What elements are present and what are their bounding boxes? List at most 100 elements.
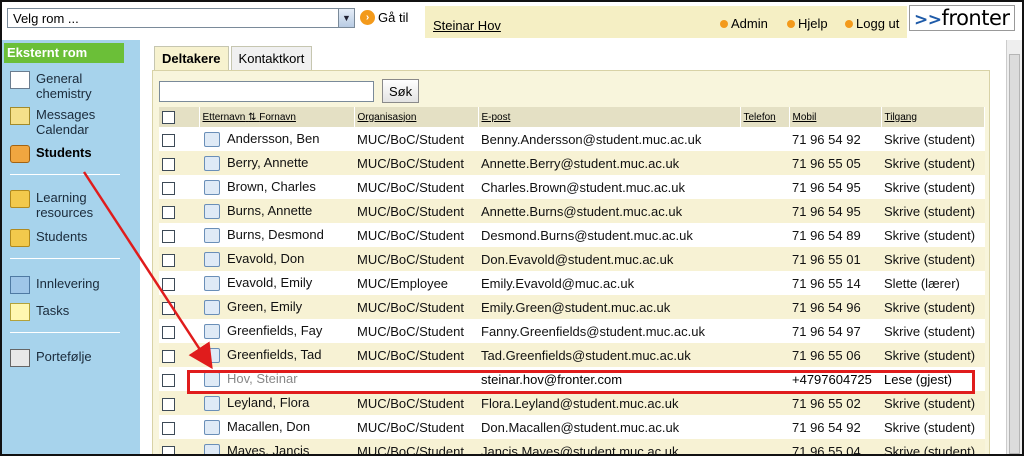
mob-cell: 71 96 54 95 [789, 199, 881, 223]
participant-name[interactable]: Hov, Steinar [227, 371, 298, 386]
table-row[interactable]: Greenfields, Fay MUC/BoC/Student Fanny.Gre… [159, 319, 985, 343]
table-row[interactable]: Greenfields, Tad MUC/BoC/Student Tad.Green… [159, 343, 985, 367]
contact-card-icon[interactable] [204, 276, 220, 292]
sidebar-item-portefolje[interactable]: Portefølje [10, 349, 92, 367]
sidebar-item-students-active[interactable]: Students [10, 145, 92, 163]
tab-bar: Deltakere Kontaktkort [154, 46, 313, 70]
search-button[interactable]: Søk [382, 79, 420, 103]
participant-name[interactable]: Andersson, Ben [227, 131, 320, 146]
org-header[interactable]: Organisasjon [354, 107, 479, 127]
participant-name[interactable]: Green, Emily [227, 299, 302, 314]
participant-name[interactable]: Leyland, Flora [227, 395, 309, 410]
participant-name[interactable]: Evavold, Emily [227, 275, 312, 290]
table-row[interactable]: Green, Emily MUC/BoC/Student Emily.Green@s… [159, 295, 985, 319]
contact-card-icon[interactable] [204, 132, 220, 148]
sidebar-item-general-chemistry[interactable]: General chemistry [10, 71, 116, 101]
phone-cell [740, 271, 789, 295]
row-checkbox[interactable] [162, 349, 175, 363]
participant-name[interactable]: Brown, Charles [227, 179, 316, 194]
select-all-checkbox[interactable] [162, 110, 175, 124]
org-cell: MUC/BoC/Student [354, 439, 478, 454]
name-cell: Greenfields, Fay [199, 319, 354, 343]
participant-name[interactable]: Macallen, Don [227, 419, 310, 434]
participant-name[interactable]: Burns, Desmond [227, 227, 324, 242]
menu-help[interactable]: Hjelp [787, 16, 828, 31]
table-row[interactable]: Burns, Desmond MUC/BoC/Student Desmond.Bur… [159, 223, 985, 247]
contact-card-icon[interactable] [204, 300, 220, 316]
row-checkbox[interactable] [162, 133, 175, 147]
row-checkbox[interactable] [162, 205, 175, 219]
contact-card-icon[interactable] [204, 228, 220, 244]
sidebar-item-learning-resources[interactable]: Learning resources [10, 190, 116, 220]
vertical-scrollbar[interactable] [1006, 40, 1022, 454]
row-checkbox-cell [159, 415, 199, 439]
participant-name[interactable]: Greenfields, Tad [227, 347, 321, 362]
table-row[interactable]: Evavold, Emily MUC/Employee Emily.Evavold@… [159, 271, 985, 295]
org-cell: MUC/BoC/Student [354, 199, 478, 223]
access-header[interactable]: Tilgang [881, 107, 985, 127]
contact-card-icon[interactable] [204, 396, 220, 412]
goto-button[interactable]: › Gå til [360, 10, 408, 25]
contact-card-icon[interactable] [204, 180, 220, 196]
row-checkbox[interactable] [162, 157, 175, 171]
contact-card-icon[interactable] [204, 204, 220, 220]
contact-card-icon[interactable] [204, 420, 220, 436]
scrollbar-thumb[interactable] [1009, 54, 1020, 454]
mob-cell: 71 96 54 97 [789, 319, 881, 343]
name-header[interactable]: Etternavn ⇅ Fornavn [199, 107, 355, 127]
menu-logout[interactable]: Logg ut [845, 16, 899, 31]
tab-deltakere[interactable]: Deltakere [154, 46, 229, 70]
contact-card-icon[interactable] [204, 348, 220, 364]
row-checkbox[interactable] [162, 229, 175, 243]
sidebar-item-students-folder[interactable]: Students [10, 229, 87, 247]
contact-card-icon[interactable] [204, 252, 220, 268]
room-select[interactable]: Velg rom ... ▼ [7, 8, 355, 28]
row-checkbox[interactable] [162, 325, 175, 339]
mobile-header[interactable]: Mobil [789, 107, 882, 127]
tab-kontaktkort[interactable]: Kontaktkort [230, 46, 313, 70]
participant-name[interactable]: Berry, Annette [227, 155, 308, 170]
table-row[interactable]: Macallen, Don MUC/BoC/Student Don.Macallen… [159, 415, 985, 439]
table-row[interactable]: Evavold, Don MUC/BoC/Student Don.Evavold@s… [159, 247, 985, 271]
row-checkbox[interactable] [162, 445, 175, 454]
row-checkbox[interactable] [162, 181, 175, 195]
org-cell [354, 367, 478, 391]
row-checkbox[interactable] [162, 301, 175, 315]
row-checkbox[interactable] [162, 253, 175, 267]
email-header[interactable]: E-post [478, 107, 741, 127]
sidebar-item-messages-calendar[interactable]: Messages Calendar [10, 107, 116, 137]
contact-card-icon[interactable] [204, 156, 220, 172]
sidebar-item-innlevering[interactable]: Innlevering [10, 276, 100, 294]
phone-cell [740, 439, 789, 454]
table-row[interactable]: Burns, Annette MUC/BoC/Student Annette.Bur… [159, 199, 985, 223]
contact-card-icon[interactable] [204, 444, 220, 454]
table-row[interactable]: Brown, Charles MUC/BoC/Student Charles.Bro… [159, 175, 985, 199]
sidebar-item-tasks[interactable]: Tasks [10, 303, 69, 321]
lastname-sort-link[interactable]: Etternavn [203, 112, 246, 123]
participant-name[interactable]: Burns, Annette [227, 203, 312, 218]
row-checkbox[interactable] [162, 277, 175, 291]
firstname-sort-link[interactable]: Fornavn [259, 112, 296, 123]
user-name-link[interactable]: Steinar Hov [433, 18, 501, 33]
phone-cell [740, 247, 789, 271]
chevron-down-icon[interactable]: ▼ [338, 9, 354, 27]
phone-header[interactable]: Telefon [740, 107, 790, 127]
row-checkbox[interactable] [162, 421, 175, 435]
row-checkbox[interactable] [162, 397, 175, 411]
acc-cell: Skrive (student) [881, 391, 985, 415]
search-input[interactable] [159, 81, 374, 102]
row-checkbox[interactable] [162, 373, 175, 387]
org-cell: MUC/BoC/Student [354, 223, 478, 247]
sort-icon[interactable]: ⇅ [248, 112, 256, 123]
participant-name[interactable]: Greenfields, Fay [227, 323, 322, 338]
contact-card-icon[interactable] [204, 324, 220, 340]
participant-name[interactable]: Evavold, Don [227, 251, 304, 266]
table-row[interactable]: Berry, Annette MUC/BoC/Student Annette.Ber… [159, 151, 985, 175]
table-row[interactable]: Andersson, Ben MUC/BoC/Student Benny.Ander… [159, 127, 985, 151]
table-row[interactable]: Mayes, Jancis MUC/BoC/Student Jancis.Mayes… [159, 439, 985, 454]
table-row[interactable]: Hov, Steinar steinar.hov@fronter.com +4797… [159, 367, 985, 391]
table-row[interactable]: Leyland, Flora MUC/BoC/Student Flora.Leyla… [159, 391, 985, 415]
menu-admin[interactable]: Admin [720, 16, 768, 31]
participant-name[interactable]: Mayes, Jancis [227, 443, 309, 454]
contact-card-icon[interactable] [204, 372, 220, 388]
